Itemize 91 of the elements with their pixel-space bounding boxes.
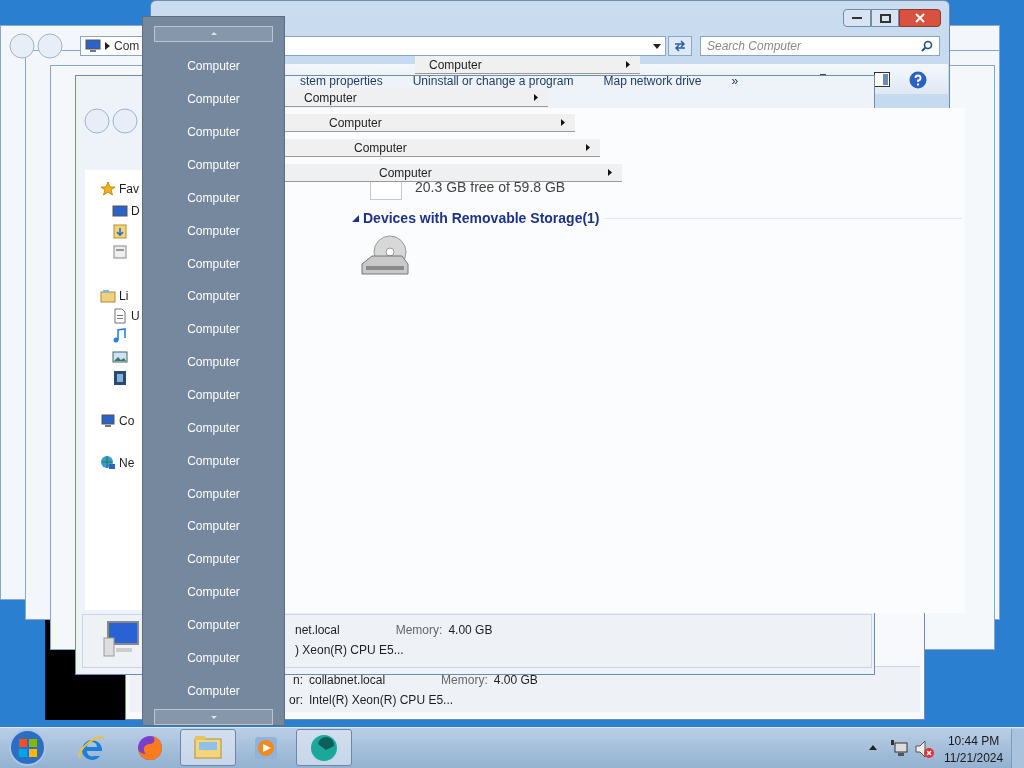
menu-item[interactable]: Computer	[283, 164, 622, 182]
submenu-arrow-icon	[561, 119, 565, 126]
music-note-icon	[112, 328, 128, 344]
back-forward-buttons-drawing	[84, 107, 140, 135]
star-icon	[100, 181, 116, 197]
refresh-icon	[673, 40, 687, 52]
toolbar-button[interactable]: stem properties	[300, 75, 383, 88]
submenu-arrow-icon	[626, 61, 630, 68]
clock-time[interactable]: 10:44 PM	[947, 733, 1000, 750]
menu-item[interactable]: Computer	[143, 411, 284, 445]
minimize-button[interactable]	[843, 9, 871, 27]
field-label: or:	[289, 692, 303, 709]
submenu-arrow-icon	[586, 144, 590, 151]
computer-icon	[102, 620, 142, 660]
nav-item[interactable]: U	[131, 307, 140, 325]
menu-item[interactable]: Computer	[143, 674, 284, 708]
collapse-triangle-icon[interactable]	[352, 215, 359, 222]
menu-item[interactable]: Computer	[283, 114, 575, 132]
nav-item[interactable]: Fav	[119, 180, 139, 198]
drive-free-space: 20.3 GB free of 59.8 GB	[415, 179, 566, 197]
memory-value: 4.00 GB	[493, 672, 538, 689]
close-button[interactable]	[899, 9, 941, 27]
submenu-arrow-icon	[608, 169, 612, 176]
picture-icon	[112, 349, 128, 365]
refresh-button[interactable]	[668, 36, 692, 56]
preview-pane-icon[interactable]	[874, 72, 890, 87]
submenu-arrow-icon	[534, 94, 538, 101]
menu-item[interactable]: Computer	[143, 214, 284, 248]
computer-domain: net.local	[295, 622, 340, 639]
menu-item[interactable]: Computer	[143, 148, 284, 182]
group-heading: Devices with Removable Storage(1)	[363, 209, 600, 228]
memory-value: 4.00 GB	[448, 622, 493, 639]
menu-item[interactable]: Computer	[143, 247, 284, 280]
menu-item[interactable]: Computer	[143, 641, 284, 675]
menu-item[interactable]: Computer	[283, 89, 548, 107]
taskbar-app-button[interactable]	[180, 729, 236, 766]
computer-icon	[100, 413, 116, 429]
menu-item[interactable]: Computer	[143, 444, 284, 478]
menu-item[interactable]: Computer	[143, 345, 284, 379]
restore-icon	[879, 13, 891, 23]
minimize-icon	[852, 16, 862, 20]
close-icon	[915, 13, 925, 23]
field-label: Memory:	[441, 672, 488, 689]
menu-item[interactable]: Computer	[143, 312, 284, 346]
taskbar-app-button[interactable]	[296, 729, 352, 766]
speaker-muted-icon[interactable]	[914, 739, 934, 759]
menu-item[interactable]: Computer	[143, 115, 284, 149]
computer-icon	[85, 39, 101, 53]
menu-item[interactable]: Computer	[143, 181, 284, 215]
network-icon[interactable]	[890, 740, 908, 757]
toolbar-button[interactable]: Uninstall or change a program	[412, 75, 574, 88]
menu-item[interactable]: Computer	[143, 575, 284, 609]
chevron-right-icon	[105, 42, 110, 50]
folder-icon	[100, 288, 116, 304]
caret-down-icon	[210, 715, 217, 719]
windows-logo-icon	[18, 738, 37, 757]
menu-item[interactable]: Computer	[143, 608, 284, 642]
nav-item[interactable]: Co	[119, 412, 135, 430]
nav-item[interactable]: Ne	[119, 454, 135, 472]
menu-item[interactable]: Computer	[143, 477, 284, 510]
address-text: Com	[114, 38, 140, 55]
document-icon	[112, 244, 128, 260]
clock-date[interactable]: 11/21/2024	[944, 750, 1004, 767]
folder-icon	[112, 223, 128, 239]
processor-value: ) Xeon(R) CPU E5...	[295, 642, 405, 659]
search-field[interactable]: Search Computer	[700, 36, 940, 56]
help-icon[interactable]	[909, 71, 927, 89]
computer-domain: collabnet.local	[309, 672, 386, 689]
menu-item[interactable]: Computer	[143, 378, 284, 412]
menu-item[interactable]: Computer	[415, 56, 640, 74]
nav-item[interactable]: D	[131, 202, 140, 220]
field-label: n:	[292, 672, 303, 689]
nav-item[interactable]: Li	[119, 287, 129, 305]
processor-value: Intel(R) Xeon(R) CPU E5...	[309, 692, 455, 709]
document-icon	[112, 308, 128, 324]
menu-item[interactable]: Computer	[283, 139, 600, 157]
menu-item[interactable]: Computer	[143, 279, 284, 313]
monitor-icon	[112, 203, 128, 219]
toolbar-button[interactable]: »	[731, 75, 739, 88]
field-label: Memory:	[395, 622, 443, 639]
scroll-down-button[interactable]	[154, 709, 273, 726]
film-icon	[112, 370, 128, 386]
menu-item[interactable]: Computer	[143, 542, 284, 576]
menu-item[interactable]: Computer	[143, 82, 284, 116]
maximize-button[interactable]	[871, 9, 899, 27]
dropdown-arrow-icon	[653, 43, 661, 49]
show-hidden-icons-icon[interactable]	[869, 745, 877, 750]
globe-icon	[100, 455, 116, 471]
toolbar-button[interactable]: Map network drive	[603, 75, 702, 88]
menu-item[interactable]: Computer	[143, 509, 284, 543]
search-icon[interactable]	[921, 40, 933, 52]
